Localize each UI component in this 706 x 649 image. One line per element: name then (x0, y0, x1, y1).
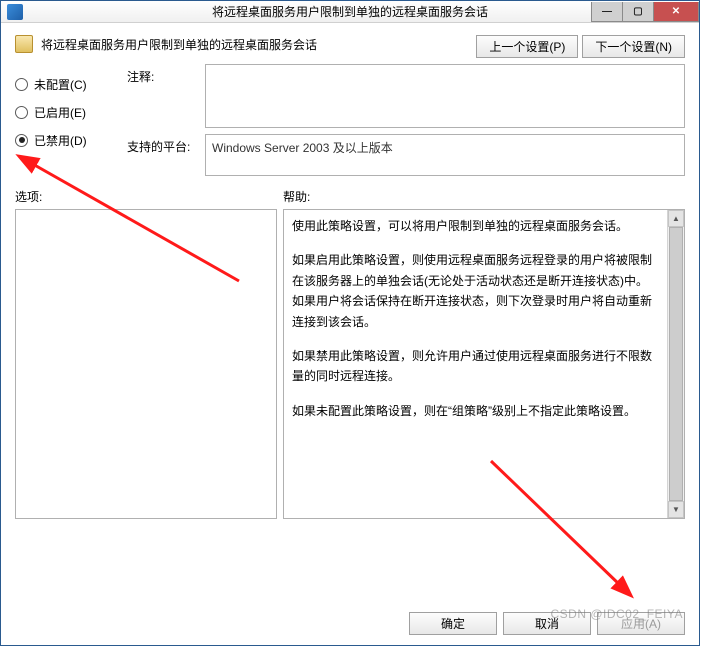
help-p4: 如果未配置此策略设置，则在“组策略”级别上不指定此策略设置。 (292, 401, 659, 421)
header-row: 将远程桌面服务用户限制到单独的远程桌面服务会话 上一个设置(P) 下一个设置(N… (15, 33, 685, 58)
pane-labels: 选项: 帮助: (15, 188, 685, 205)
help-text: 使用此策略设置，可以将用户限制到单独的远程桌面服务会话。 如果启用此策略设置，则… (284, 210, 667, 518)
ok-button[interactable]: 确定 (409, 612, 497, 635)
help-p1: 使用此策略设置，可以将用户限制到单独的远程桌面服务会话。 (292, 216, 659, 236)
prev-setting-label: 上一个设置(P) (489, 38, 565, 55)
policy-editor-window: 将远程桌面服务用户限制到单独的远程桌面服务会话 — ▢ ✕ 将远程桌面服务用户限… (0, 0, 700, 646)
platform-label: 支持的平台: (127, 134, 199, 155)
scroll-thumb[interactable] (669, 227, 683, 501)
radio-enabled[interactable]: 已启用(E) (15, 98, 127, 126)
platform-text: Windows Server 2003 及以上版本 (212, 141, 393, 155)
comment-input[interactable] (205, 64, 685, 128)
policy-title: 将远程桌面服务用户限制到单独的远程桌面服务会话 (41, 33, 468, 53)
radio-icon (15, 78, 28, 91)
help-scrollbar[interactable]: ▲ ▼ (667, 210, 684, 518)
policy-icon (15, 35, 33, 53)
prev-setting-button[interactable]: 上一个设置(P) (476, 35, 578, 58)
radio-label: 已禁用(D) (34, 132, 87, 149)
next-setting-button[interactable]: 下一个设置(N) (582, 35, 685, 58)
close-button[interactable]: ✕ (653, 2, 699, 22)
config-row: 未配置(C) 已启用(E) 已禁用(D) 注释: 支持的平台: Windows … (15, 64, 685, 176)
radio-label: 已启用(E) (34, 104, 86, 121)
ok-label: 确定 (441, 615, 465, 632)
cancel-button[interactable]: 取消 (503, 612, 591, 635)
options-pane (15, 209, 277, 519)
nav-buttons: 上一个设置(P) 下一个设置(N) (476, 35, 685, 58)
options-label: 选项: (15, 188, 283, 205)
radio-not-configured[interactable]: 未配置(C) (15, 70, 127, 98)
panes: 使用此策略设置，可以将用户限制到单独的远程桌面服务会话。 如果启用此策略设置，则… (15, 209, 685, 519)
scroll-up-button[interactable]: ▲ (668, 210, 684, 227)
dialog-content: 将远程桌面服务用户限制到单独的远程桌面服务会话 上一个设置(P) 下一个设置(N… (1, 23, 699, 645)
window-controls: — ▢ ✕ (592, 2, 699, 22)
apply-label: 应用(A) (621, 615, 661, 632)
radio-icon (15, 134, 28, 147)
radio-label: 未配置(C) (34, 76, 87, 93)
platform-value: Windows Server 2003 及以上版本 (205, 134, 685, 176)
radio-icon (15, 106, 28, 119)
help-p3: 如果禁用此策略设置，则允许用户通过使用远程桌面服务进行不限数量的同时远程连接。 (292, 346, 659, 387)
cancel-label: 取消 (535, 615, 559, 632)
help-label: 帮助: (283, 188, 310, 205)
dialog-buttons: 确定 取消 应用(A) (409, 612, 685, 635)
comment-label: 注释: (127, 64, 199, 85)
radio-group: 未配置(C) 已启用(E) 已禁用(D) (15, 64, 127, 176)
minimize-button[interactable]: — (591, 2, 623, 22)
fields: 注释: 支持的平台: Windows Server 2003 及以上版本 (127, 64, 685, 176)
scroll-down-button[interactable]: ▼ (668, 501, 684, 518)
help-p2: 如果启用此策略设置，则使用远程桌面服务远程登录的用户将被限制在该服务器上的单独会… (292, 250, 659, 332)
maximize-button[interactable]: ▢ (622, 2, 654, 22)
radio-disabled[interactable]: 已禁用(D) (15, 126, 127, 154)
help-pane: 使用此策略设置，可以将用户限制到单独的远程桌面服务会话。 如果启用此策略设置，则… (283, 209, 685, 519)
apply-button[interactable]: 应用(A) (597, 612, 685, 635)
next-setting-label: 下一个设置(N) (595, 38, 672, 55)
scroll-track[interactable] (668, 227, 684, 501)
titlebar[interactable]: 将远程桌面服务用户限制到单独的远程桌面服务会话 — ▢ ✕ (1, 1, 699, 23)
app-icon (7, 4, 23, 20)
